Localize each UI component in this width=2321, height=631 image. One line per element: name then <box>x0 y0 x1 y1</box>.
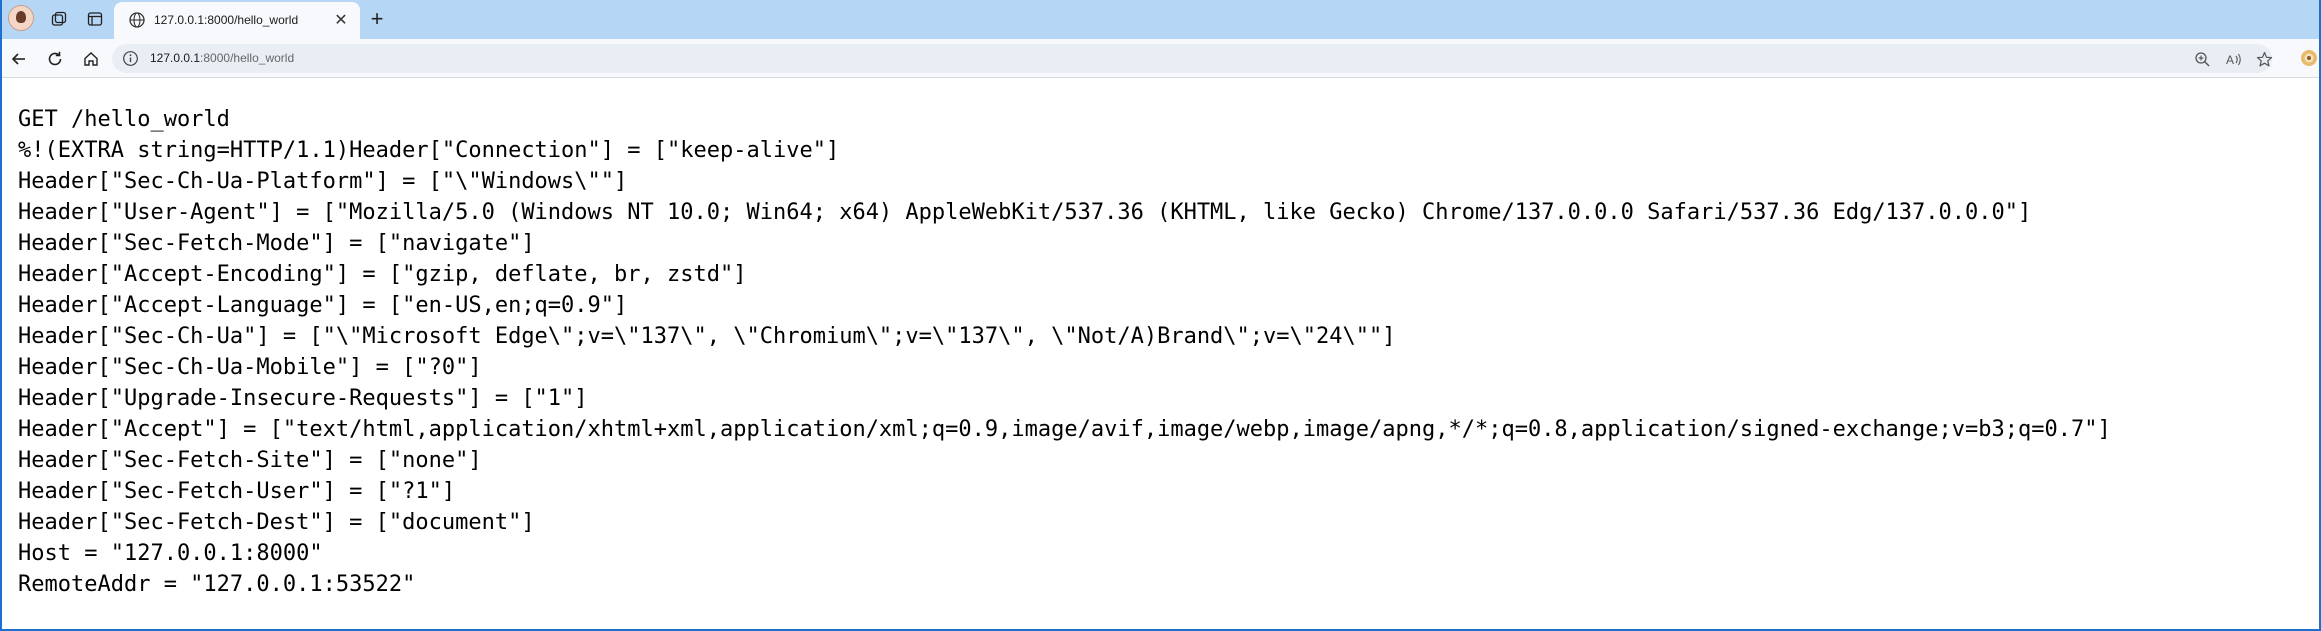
extension-icon[interactable] <box>2299 48 2319 68</box>
address-bar[interactable]: 127.0.0.1:8000/hello_world A <box>112 44 2272 73</box>
url-host: 127.0.0.1 <box>150 51 201 65</box>
browser-window: 127.0.0.1:8000/hello_world ✕ + 127.0.0.1… <box>0 0 2321 631</box>
star-icon[interactable] <box>2254 49 2274 69</box>
output-line: Header["Accept-Language"] = ["en-US,en;q… <box>18 293 628 318</box>
workspaces-icon[interactable] <box>46 6 72 32</box>
zoom-icon[interactable] <box>2192 49 2212 69</box>
info-icon[interactable] <box>122 50 139 67</box>
output-line: Header["Sec-Ch-Ua-Platform"] = ["\"Windo… <box>18 169 628 194</box>
home-icon[interactable] <box>78 46 104 72</box>
tab-title: 127.0.0.1:8000/hello_world <box>154 13 299 27</box>
back-arrow-icon[interactable] <box>6 46 32 72</box>
svg-text:A: A <box>2226 53 2234 67</box>
tab-actions-icon[interactable] <box>82 6 108 32</box>
url-path: :8000/hello_world <box>200 51 295 65</box>
output-line: Header["Accept"] = ["text/html,applicati… <box>18 417 2111 442</box>
output-line: Header["Sec-Fetch-Dest"] = ["document"] <box>18 510 535 535</box>
refresh-icon[interactable] <box>42 46 68 72</box>
close-tab-icon[interactable]: ✕ <box>332 11 350 29</box>
toolbar: 127.0.0.1:8000/hello_world A <box>2 39 2319 78</box>
request-line: GET /hello_world <box>18 107 230 132</box>
output-line: Header["Sec-Fetch-Mode"] = ["navigate"] <box>18 231 535 256</box>
globe-icon <box>128 11 146 29</box>
output-line: Header["Upgrade-Insecure-Requests"] = ["… <box>18 386 588 411</box>
output-line: Header["User-Agent"] = ["Mozilla/5.0 (Wi… <box>18 200 2032 225</box>
output-line: Header["Sec-Ch-Ua"] = ["\"Microsoft Edge… <box>18 324 1396 349</box>
read-aloud-icon[interactable]: A <box>2224 49 2244 69</box>
tab-strip: 127.0.0.1:8000/hello_world ✕ + <box>2 0 2319 39</box>
output-line: %!(EXTRA string=HTTP/1.1)Header["Connect… <box>18 138 840 163</box>
output-line: Header["Sec-Fetch-User"] = ["?1"] <box>18 479 456 504</box>
page-body: GET /hello_world %!(EXTRA string=HTTP/1.… <box>18 104 2308 600</box>
tab-active[interactable]: 127.0.0.1:8000/hello_world ✕ <box>114 2 360 39</box>
new-tab-button[interactable]: + <box>364 6 390 32</box>
output-line: Host = "127.0.0.1:8000" <box>18 541 323 566</box>
output-line: Header["Accept-Encoding"] = ["gzip, defl… <box>18 262 747 287</box>
output-line: Header["Sec-Fetch-Site"] = ["none"] <box>18 448 482 473</box>
output-line: Header["Sec-Ch-Ua-Mobile"] = ["?0"] <box>18 355 482 380</box>
output-line: RemoteAddr = "127.0.0.1:53522" <box>18 572 416 597</box>
url-text[interactable]: 127.0.0.1:8000/hello_world <box>150 51 294 65</box>
profile-avatar-icon[interactable] <box>8 5 34 31</box>
